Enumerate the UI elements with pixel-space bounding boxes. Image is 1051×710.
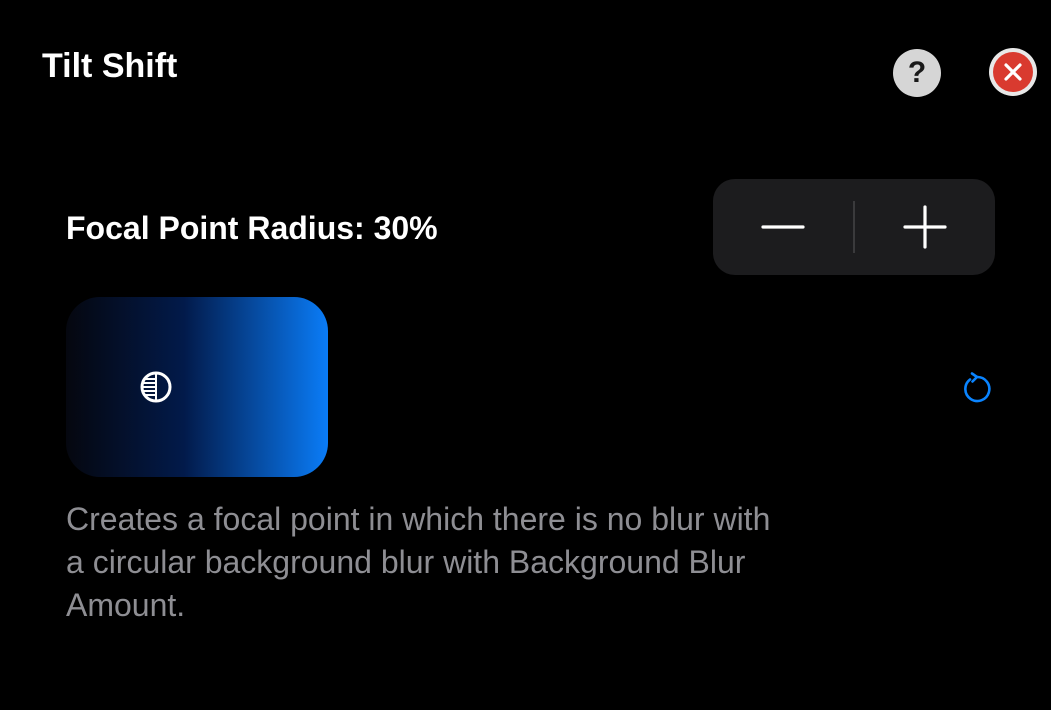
question-icon: ?: [907, 56, 927, 89]
close-button[interactable]: [989, 48, 1037, 96]
tilt-shift-panel: Tilt Shift ? Focal Point Radius: 30% Cre…: [0, 0, 1051, 710]
help-button[interactable]: ?: [893, 49, 941, 97]
setting-label: Focal Point Radius: 30%: [66, 210, 438, 246]
effect-description: Creates a focal point in which there is …: [66, 501, 771, 623]
minus-icon: [761, 225, 805, 229]
effect-preview: [66, 297, 328, 477]
increment-button[interactable]: [855, 179, 995, 275]
decrement-button[interactable]: [713, 179, 853, 275]
plus-icon: [903, 205, 947, 249]
radius-stepper: [713, 179, 995, 275]
panel-title: Tilt Shift: [42, 47, 178, 85]
reset-button[interactable]: [958, 370, 996, 408]
focal-point-icon: [140, 371, 172, 403]
reset-icon: [964, 372, 991, 403]
close-icon: [993, 52, 1033, 92]
